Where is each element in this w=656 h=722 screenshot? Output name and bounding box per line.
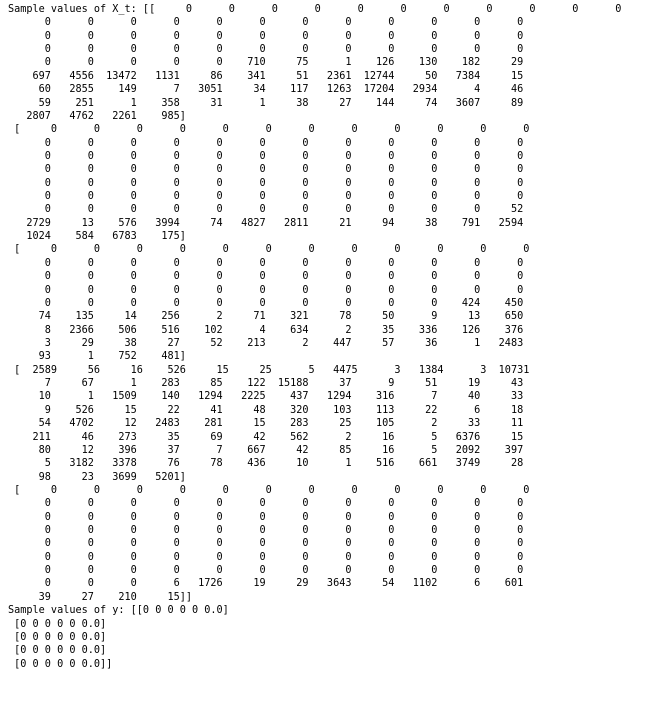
output-line: [ 0 0 0 0 0 0 0 0 0 0 0 0 [8,244,530,256]
output-line: 98 23 3699 5201] [8,471,186,483]
output-line: Sample values of X_t: [[ 0 0 0 0 0 0 0 0… [8,4,656,15]
output-line: 7 67 1 283 85 122 15188 37 9 51 19 43 [8,378,524,390]
output-line: Sample values of y: [[0 0 0 0 0 0.0] [8,605,229,617]
output-line: 0 0 0 0 0 0 0 0 0 0 0 0 [8,150,524,162]
output-line: 0 0 0 0 0 0 0 0 0 0 0 0 [8,498,524,510]
output-line: 60 2855 149 7 3051 34 117 1263 17204 293… [8,84,524,96]
output-line: 211 46 273 35 69 42 562 2 16 5 6376 15 [8,431,524,443]
output-line: 0 0 0 0 0 0 0 0 0 0 0 0 [8,137,524,149]
output-line: 8 2366 506 516 102 4 634 2 35 336 126 37… [8,324,524,336]
output-line: [ 0 0 0 0 0 0 0 0 0 0 0 0 [8,484,530,496]
output-line: [0 0 0 0 0 0.0] [8,618,107,630]
output-line: 54 4702 12 2483 281 15 283 25 105 2 33 1… [8,418,524,430]
output-line: 0 0 0 0 0 0 0 0 0 0 0 0 [8,511,524,523]
stdout-text: Sample values of X_t: [[ 0 0 0 0 0 0 0 0… [0,0,656,671]
notebook-output-area: Sample values of X_t: [[ 0 0 0 0 0 0 0 0… [0,0,656,722]
output-line: [ 0 0 0 0 0 0 0 0 0 0 0 0 [8,124,530,136]
output-line: [0 0 0 0 0 0.0] [8,631,107,643]
output-line: [ 2589 56 16 526 15 25 5 4475 3 1384 3 1… [8,364,530,376]
output-line: 0 0 0 0 0 0 0 0 0 0 0 0 [8,44,524,56]
output-line: 3 29 38 27 52 213 2 447 57 36 1 2483 [8,337,524,349]
output-line: 2807 4762 2261 985] [8,110,186,122]
output-line: [0 0 0 0 0 0.0] [8,645,107,657]
output-line: 0 0 0 6 1726 19 29 3643 54 1102 6 601 [8,578,524,590]
output-line: [0 0 0 0 0 0.0]] [8,658,113,670]
output-line: 93 1 752 481] [8,351,186,363]
output-line: 0 0 0 0 0 0 0 0 0 0 0 0 [8,271,524,283]
output-line: 0 0 0 0 0 0 0 0 0 0 424 450 [8,297,524,309]
output-line: 0 0 0 0 0 0 0 0 0 0 0 0 [8,284,524,296]
output-line: 74 135 14 256 2 71 321 78 50 9 13 650 [8,311,524,323]
output-line: 0 0 0 0 0 0 0 0 0 0 0 0 [8,17,524,29]
output-line: 0 0 0 0 0 0 0 0 0 0 0 0 [8,257,524,269]
output-line: 0 0 0 0 0 0 0 0 0 0 0 0 [8,551,524,563]
output-line: 1024 584 6783 175] [8,231,186,243]
output-line: 80 12 396 37 7 667 42 85 16 5 2092 397 [8,444,524,456]
output-line: 0 0 0 0 0 710 75 1 126 130 182 29 [8,57,524,69]
output-line: 0 0 0 0 0 0 0 0 0 0 0 52 [8,204,524,216]
output-line: 9 526 15 22 41 48 320 103 113 22 6 18 [8,404,524,416]
output-line: 0 0 0 0 0 0 0 0 0 0 0 0 [8,565,524,577]
output-line: 697 4556 13472 1131 86 341 51 2361 12744… [8,70,524,82]
output-line: 0 0 0 0 0 0 0 0 0 0 0 0 [8,538,524,550]
output-line: 5 3182 3378 76 78 436 10 1 516 661 3749 … [8,458,524,470]
output-line: 0 0 0 0 0 0 0 0 0 0 0 0 [8,177,524,189]
output-line: 0 0 0 0 0 0 0 0 0 0 0 0 [8,525,524,537]
output-line: 39 27 210 15]] [8,591,193,603]
output-line: 2729 13 576 3994 74 4827 2811 21 94 38 7… [8,217,524,229]
output-line: 0 0 0 0 0 0 0 0 0 0 0 0 [8,191,524,203]
output-line: 0 0 0 0 0 0 0 0 0 0 0 0 [8,30,524,42]
output-line: 10 1 1509 140 1294 2225 437 1294 316 7 4… [8,391,524,403]
output-line: 59 251 1 358 31 1 38 27 144 74 3607 89 [8,97,524,109]
output-line: 0 0 0 0 0 0 0 0 0 0 0 0 [8,164,524,176]
